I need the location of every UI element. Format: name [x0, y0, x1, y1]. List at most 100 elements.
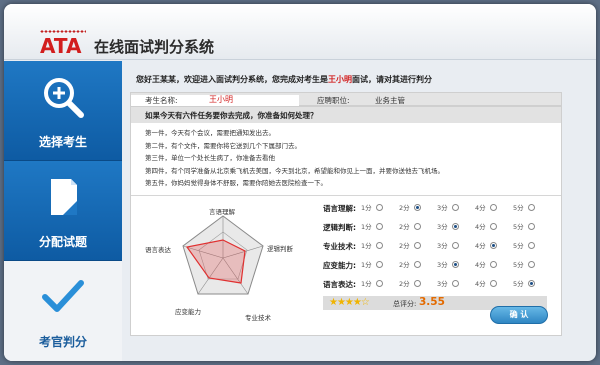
sidebar-item-assign-questions[interactable]: 分配试题	[4, 161, 122, 261]
checkmark-icon	[42, 280, 84, 312]
radio-button[interactable]	[489, 203, 497, 211]
score-option[interactable]: 5分	[513, 221, 535, 231]
score-option[interactable]: 4分	[475, 240, 497, 250]
rating-row: 语言理解: 1分 2分 3分 4分 5分	[323, 200, 555, 219]
radio-button[interactable]	[413, 203, 421, 211]
score-option-label: 2分	[399, 280, 410, 288]
score-option[interactable]: 1分	[361, 240, 383, 250]
score-option[interactable]: 1分	[361, 278, 383, 288]
rating-row: 逻辑判断: 1分 2分 3分 4分 5分	[323, 219, 555, 238]
rating-label: 应变能力:	[323, 261, 356, 270]
score-option-label: 5分	[513, 242, 524, 250]
radio-button[interactable]	[451, 279, 459, 287]
radio-button[interactable]	[527, 203, 535, 211]
radio-button[interactable]	[375, 279, 383, 287]
radio-button[interactable]	[527, 279, 535, 287]
score-option-label: 3分	[437, 204, 448, 212]
confirm-button[interactable]: 确 认	[490, 306, 548, 324]
score-option[interactable]: 4分	[475, 259, 497, 269]
radar-axis-label: 应变能力	[175, 308, 201, 316]
greeting-prefix: 您好王某某，欢迎进入面试判分系统，您完成对考生是	[136, 75, 328, 84]
sidebar-item-label: 选择考生	[38, 135, 87, 149]
score-option[interactable]: 3分	[437, 221, 459, 231]
radio-button[interactable]	[489, 279, 497, 287]
radio-button[interactable]	[413, 222, 421, 230]
score-option-label: 3分	[437, 261, 448, 269]
score-option-label: 4分	[475, 261, 486, 269]
score-option-label: 3分	[437, 242, 448, 250]
list-item: 第一件，今天有个会议，需要把通知发出去。	[145, 129, 275, 137]
main-content: 您好王某某，欢迎进入面试判分系统，您完成对考生是王小明面试，请对其进行判分 考生…	[130, 68, 562, 338]
score-option-label: 4分	[475, 204, 486, 212]
score-option-label: 2分	[399, 204, 410, 212]
star-rating-icon: ★★★★☆	[329, 297, 370, 308]
radio-button[interactable]	[527, 222, 535, 230]
title-bar: ATA 在线面试判分系统	[4, 4, 596, 60]
radio-button[interactable]	[489, 241, 497, 249]
candidate-info-row: 考生名称: 王小明 应聘职位: 业务主管	[130, 92, 562, 107]
score-option-label: 1分	[361, 242, 372, 250]
radio-button[interactable]	[451, 203, 459, 211]
sidebar-item-examiner-scoring[interactable]: 考官判分	[4, 261, 122, 361]
score-option[interactable]: 4分	[475, 278, 497, 288]
radar-chart	[182, 215, 264, 295]
score-option-label: 3分	[437, 280, 448, 288]
total-score-label: 总评分:	[393, 300, 417, 308]
score-option[interactable]: 5分	[513, 259, 535, 269]
radar-axis-label: 逻辑判断	[267, 245, 293, 253]
radio-button[interactable]	[375, 241, 383, 249]
radio-button[interactable]	[375, 260, 383, 268]
score-option-label: 2分	[399, 261, 410, 269]
radio-button[interactable]	[413, 279, 421, 287]
radio-button[interactable]	[527, 260, 535, 268]
radio-button[interactable]	[413, 241, 421, 249]
list-item: 第二件，有个文件，需要你将它送到几个下属部门去。	[145, 141, 301, 150]
radar-axis-label: 专业技术	[245, 314, 271, 322]
score-option[interactable]: 3分	[437, 240, 459, 250]
score-option[interactable]: 2分	[399, 278, 421, 288]
sidebar-item-label: 考官判分	[38, 335, 87, 349]
score-option-label: 2分	[399, 242, 410, 250]
score-option[interactable]: 2分	[399, 240, 421, 250]
radio-button[interactable]	[451, 222, 459, 230]
greeting-candidate: 王小明	[328, 75, 352, 84]
logo-dots	[40, 30, 86, 33]
score-option[interactable]: 3分	[437, 202, 459, 212]
score-option[interactable]: 5分	[513, 278, 535, 288]
score-option[interactable]: 3分	[437, 259, 459, 269]
radio-button[interactable]	[451, 260, 459, 268]
score-option[interactable]: 1分	[361, 221, 383, 231]
score-option[interactable]: 4分	[475, 202, 497, 212]
rating-label: 语言表达:	[323, 280, 356, 289]
score-option[interactable]: 2分	[399, 202, 421, 212]
score-option-label: 5分	[513, 280, 524, 288]
list-item: 第四件，有个同学准备从北京乘飞机去美国，今天到北京，希望能和你见上一面，并要你送…	[145, 166, 444, 175]
radio-button[interactable]	[375, 222, 383, 230]
radio-button[interactable]	[489, 222, 497, 230]
radio-button[interactable]	[375, 203, 383, 211]
radio-button[interactable]	[451, 241, 459, 249]
sidebar-item-select-candidate[interactable]: 选择考生	[4, 61, 122, 161]
position-value: 业务主管	[375, 96, 405, 105]
question-text: 如果今天有六件任务要你去完成，你准备如何处理？	[131, 107, 561, 123]
radio-button[interactable]	[527, 241, 535, 249]
score-option[interactable]: 4分	[475, 221, 497, 231]
score-option-label: 4分	[475, 223, 486, 231]
score-option[interactable]: 5分	[513, 240, 535, 250]
score-option-label: 5分	[513, 261, 524, 269]
score-option-label: 1分	[361, 280, 372, 288]
list-item: 第三件，单位一个处长生病了，你准备去看他	[145, 154, 275, 162]
greeting-text: 您好王某某，欢迎进入面试判分系统，您完成对考生是王小明面试，请对其进行判分	[136, 74, 432, 85]
radio-button[interactable]	[413, 260, 421, 268]
score-option[interactable]: 1分	[361, 202, 383, 212]
document-icon	[51, 179, 77, 215]
score-option[interactable]: 5分	[513, 202, 535, 212]
radio-button[interactable]	[489, 260, 497, 268]
greeting-suffix: 面试，请对其进行判分	[352, 75, 432, 84]
sidebar: 选择考生 分配试题 考官判分	[4, 61, 122, 361]
score-option[interactable]: 2分	[399, 259, 421, 269]
score-option[interactable]: 2分	[399, 221, 421, 231]
score-option[interactable]: 1分	[361, 259, 383, 269]
total-score-value: 3.55	[419, 296, 445, 308]
score-option[interactable]: 3分	[437, 278, 459, 288]
